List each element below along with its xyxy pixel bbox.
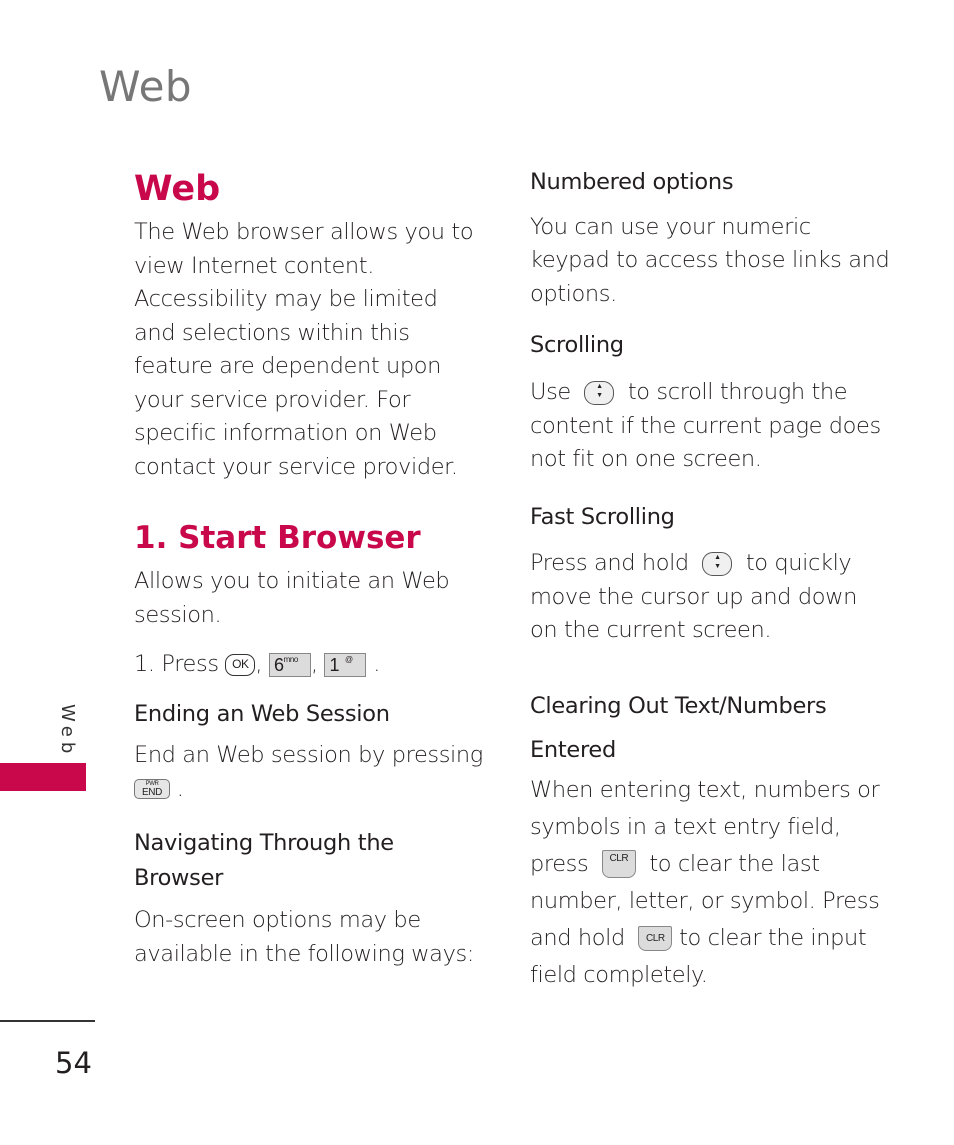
key-digit: 1 (329, 654, 340, 675)
clearing-heading: Clearing Out Text/Numbers Entered (530, 684, 890, 772)
left-column: Web The Web browser allows you to view I… (134, 168, 484, 971)
up-down-nav-key-icon: ▲ ▼ (584, 380, 615, 405)
heading-line: Entered (530, 736, 616, 763)
text-after: to scroll through the content if the cur… (530, 379, 881, 472)
right-column: Numbered options You can use your numeri… (530, 166, 890, 994)
fast-scrolling-heading: Fast Scrolling (530, 503, 675, 530)
heading-line: Browser (134, 865, 224, 892)
separator: , (310, 651, 318, 678)
step-prefix: 1. Press (134, 651, 219, 678)
step-instruction: 1. Press OK, 6mno, 1 @ . (134, 648, 484, 682)
heading-line: Navigating Through the (134, 830, 394, 857)
side-tab-bar (0, 763, 86, 791)
intro-paragraph: The Web browser allows you to view Inter… (134, 219, 474, 480)
key-digit: 6 (273, 654, 284, 675)
key-bottom-label: END (142, 787, 162, 799)
text-before: Press and hold (530, 550, 689, 577)
page-title: Web (134, 169, 221, 209)
scrolling-text: Use ▲ ▼ to scroll through the content if … (530, 376, 890, 477)
6-mno-key-icon: 6mno (268, 652, 311, 677)
clr-key-icon: CLR (638, 925, 673, 951)
ending-text-body: End an Web session by pressing (134, 742, 483, 769)
footer-rule (0, 1020, 95, 1022)
ending-heading: Ending an Web Session (134, 700, 390, 727)
side-tab-label: Web (57, 704, 78, 759)
fast-scrolling-text: Press and hold ▲ ▼ to quickly move the cu… (530, 547, 890, 648)
step-end: . (373, 651, 380, 678)
text-before: Use (530, 379, 571, 405)
key-symbol: @ (344, 654, 353, 664)
ok-key-icon: OK (225, 653, 256, 676)
clr-key-icon: CLR (601, 850, 636, 879)
page-number: 54 (55, 1046, 92, 1080)
clearing-text: When entering text, numbers or symbols i… (530, 772, 890, 994)
navigating-heading: Navigating Through the Browser (134, 826, 484, 896)
numbered-heading: Numbered options (530, 169, 734, 195)
key-letters: mno (283, 654, 299, 664)
ending-period: . (176, 775, 184, 802)
section-description: Allows you to initiate an Web session. (134, 568, 450, 628)
section-title: 1. Start Browser (134, 520, 421, 556)
numbered-text: You can use your numeric keypad to acces… (530, 213, 890, 307)
1-voicemail-key-icon: 1 @ (324, 652, 367, 677)
up-down-nav-key-icon: ▲ ▼ (702, 551, 733, 576)
ending-text: End an Web session by pressing PWR END . (134, 739, 484, 806)
separator: , (255, 651, 263, 678)
running-head: Web (99, 62, 193, 111)
scrolling-heading: Scrolling (530, 332, 624, 359)
navigating-text: On-screen options may be available in th… (134, 907, 474, 967)
pwr-end-key-icon: PWR END (134, 779, 170, 800)
heading-line: Clearing Out Text/Numbers (530, 692, 827, 719)
